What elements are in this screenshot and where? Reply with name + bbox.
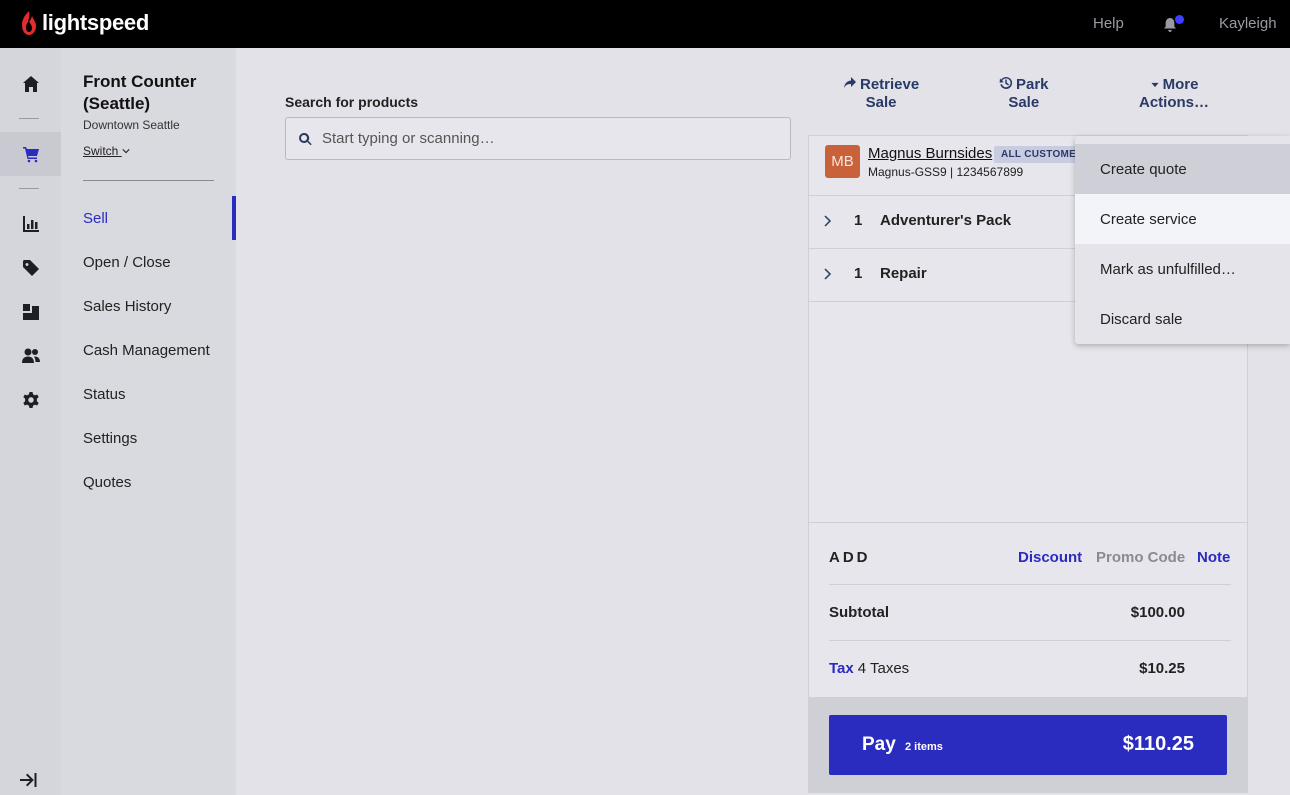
divider: [829, 640, 1231, 641]
caret-down-icon: [1151, 82, 1159, 88]
switch-label: Switch: [83, 144, 119, 158]
history-icon: [999, 76, 1013, 89]
line-item-qty: 1: [854, 212, 863, 229]
search-label: Search for products: [285, 94, 419, 110]
flame-icon: [22, 11, 36, 35]
more-label-2: Actions…: [1139, 94, 1210, 111]
store-title: Front Counter (Seattle): [83, 72, 197, 113]
subtotal-label: Subtotal: [829, 604, 889, 621]
avatar: MB: [825, 145, 860, 178]
pay-button[interactable]: Pay 2 items $110.25: [829, 715, 1227, 775]
retrieve-sale-button[interactable]: Retrieve Sale: [843, 76, 919, 112]
home-icon: [22, 76, 39, 92]
customer-meta: Magnus-GSS9 | 1234567899: [868, 165, 1024, 179]
nav-item-cash-management[interactable]: Cash Management: [83, 342, 210, 359]
nav-item-sales-history[interactable]: Sales History: [83, 298, 171, 315]
user-menu[interactable]: Kayleigh: [1219, 15, 1277, 32]
chevron-right-icon[interactable]: [823, 268, 833, 280]
settings-icon: [22, 392, 39, 408]
switch-register-link[interactable]: Switch: [83, 144, 130, 158]
add-label: ADD: [829, 549, 871, 566]
tax-link[interactable]: Tax: [829, 660, 854, 677]
search-input[interactable]: [286, 130, 790, 147]
menu-item-create-quote[interactable]: Create quote: [1075, 144, 1290, 194]
retrieve-label-1: Retrieve: [860, 76, 920, 93]
retrieve-label-2: Sale: [865, 94, 897, 111]
customer-name-link[interactable]: Magnus Burnsides: [868, 145, 992, 162]
subtotal-value: $100.00: [1130, 604, 1185, 621]
rail-inventory[interactable]: [0, 290, 61, 334]
search-icon: [299, 132, 312, 146]
brand-name: lightspeed: [42, 10, 150, 35]
rail-home[interactable]: [0, 62, 61, 106]
secondary-nav: Front Counter (Seattle) Downtown Seattle…: [61, 48, 236, 795]
pay-label: Pay: [862, 734, 896, 755]
store-location: Downtown Seattle: [83, 118, 180, 132]
notification-dot: [1175, 15, 1184, 24]
nav-item-status[interactable]: Status: [83, 386, 126, 403]
rail-settings[interactable]: [0, 378, 61, 422]
customers-icon: [21, 348, 40, 363]
top-bar: lightspeed Help Kayleigh: [0, 0, 1290, 48]
divider: [829, 584, 1231, 585]
tax-desc: 4 Taxes: [857, 660, 910, 677]
tag-icon: [22, 260, 39, 276]
more-actions-menu: Create quote Create service Mark as unfu…: [1075, 136, 1290, 344]
promo-code-link[interactable]: Promo Code: [1096, 549, 1185, 566]
cart-icon: [22, 147, 39, 163]
tax-row: Tax 4 Taxes: [829, 660, 909, 677]
park-label-1: Park: [1016, 76, 1049, 93]
pay-amount: $110.25: [1122, 733, 1194, 755]
line-item-qty: 1: [854, 265, 863, 282]
more-actions-button[interactable]: More Actions…: [1139, 76, 1209, 112]
chevron-right-icon[interactable]: [823, 215, 833, 227]
pay-item-count: 2 items: [905, 741, 943, 753]
line-item-name: Repair: [880, 265, 927, 282]
more-label-1: More: [1162, 76, 1199, 93]
lightspeed-logo[interactable]: lightspeed: [20, 10, 149, 36]
park-sale-button[interactable]: Park Sale: [999, 76, 1049, 112]
chevron-down-icon: [122, 149, 130, 154]
divider: [83, 180, 214, 181]
pay-area: Pay 2 items $110.25: [809, 697, 1247, 793]
totals-section: ADD Discount Promo Code Note Subtotal $1…: [809, 522, 1247, 694]
line-item-name: Adventurer's Pack: [880, 212, 1012, 229]
rail-customers[interactable]: [0, 334, 61, 378]
notification-bell-icon[interactable]: [1163, 15, 1185, 33]
menu-item-mark-unfulfilled[interactable]: Mark as unfulfilled…: [1075, 244, 1290, 294]
menu-item-discard-sale[interactable]: Discard sale: [1075, 294, 1290, 344]
nav-item-settings[interactable]: Settings: [83, 430, 137, 447]
reports-icon: [22, 216, 39, 232]
inventory-icon: [22, 304, 39, 320]
tax-value: $10.25: [1139, 660, 1185, 677]
park-label-2: Sale: [1008, 94, 1040, 111]
search-box: [285, 117, 791, 160]
menu-item-create-service[interactable]: Create service: [1075, 194, 1290, 244]
note-link[interactable]: Note: [1197, 549, 1230, 566]
help-link[interactable]: Help: [1093, 15, 1124, 32]
nav-item-quotes[interactable]: Quotes: [83, 474, 131, 491]
icon-rail: [0, 48, 61, 795]
rail-reports[interactable]: [0, 202, 61, 246]
rail-sell[interactable]: [0, 132, 61, 176]
collapse-sidebar-icon[interactable]: [19, 772, 37, 788]
rail-products[interactable]: [0, 246, 61, 290]
nav-item-sell[interactable]: Sell: [83, 210, 108, 227]
share-arrow-icon: [844, 77, 856, 88]
nav-item-open-close[interactable]: Open / Close: [83, 254, 171, 271]
discount-link[interactable]: Discount: [1018, 549, 1082, 566]
